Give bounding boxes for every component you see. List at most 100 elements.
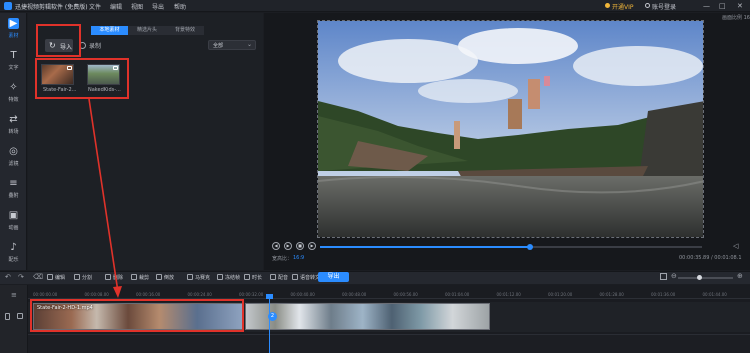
tool-duration[interactable]: 时长 [252, 274, 262, 281]
lock-icon[interactable] [17, 313, 23, 319]
menu-file[interactable]: 文件 [89, 2, 101, 11]
tab-local-media[interactable]: 本地素材 [91, 26, 128, 35]
filter-value: 全部 [213, 43, 224, 49]
stop-button[interactable]: ■ [296, 242, 304, 250]
next-frame-button[interactable]: ▶ [308, 242, 316, 250]
record-button[interactable]: 录制 [89, 41, 101, 50]
ruler-tick-label: 00:00:56.00 [393, 292, 418, 297]
ruler-tick-label: 00:01:12.00 [496, 292, 521, 297]
tool-split[interactable]: 分割 [82, 274, 92, 281]
sidebar-item-text[interactable]: T 文字 [0, 48, 27, 80]
tool-freeze-frame[interactable]: 冻结帧 [225, 274, 240, 281]
vip-button[interactable]: 开通VIP [612, 2, 634, 11]
effects-icon: ✧ [9, 82, 18, 93]
track-menu-icon[interactable]: ≡ [11, 291, 17, 299]
time-readout: 00:00:35.89 / 00:01:08.1 [679, 255, 742, 261]
tab-featured-intros[interactable]: 精选片头 [128, 26, 166, 35]
zoom-slider[interactable] [678, 277, 733, 279]
preview-ratio-label: 画面比例 16:9 [722, 15, 750, 21]
overlay-icon: ≡ [9, 178, 18, 189]
media-icon: ▶ [8, 18, 19, 29]
menu-edit[interactable]: 编辑 [110, 2, 122, 11]
vip-crown-icon [605, 3, 610, 8]
sidebar-item-label: 滤镜 [8, 161, 19, 167]
prev-frame-button[interactable]: ◀ [272, 242, 280, 250]
ruler-tick-label: 00:00:00.00 [33, 292, 58, 297]
tool-reverse[interactable]: 倒放 [164, 274, 174, 281]
video-frame [318, 21, 703, 237]
media-filter-select[interactable]: 全部 ⌄ [208, 40, 256, 50]
tool-mosaic[interactable]: 马赛克 [195, 274, 210, 281]
sidebar-item-label: 特效 [8, 97, 19, 103]
sidebar-item-label: 动画 [8, 225, 19, 231]
ruler-tick-label: 00:00:32.00 [239, 292, 264, 297]
undo-icon[interactable]: ↶ [5, 273, 11, 281]
menu-export[interactable]: 导出 [152, 2, 164, 11]
video-track-icon [5, 313, 10, 320]
fit-icon[interactable] [660, 273, 667, 280]
export-button[interactable]: 导出 [318, 272, 349, 282]
ruler-tick-label: 00:00:16.00 [136, 292, 161, 297]
sidebar-item-effects[interactable]: ✧ 特效 [0, 80, 27, 112]
playhead-handle[interactable] [266, 294, 273, 299]
app-logo-icon [4, 2, 12, 10]
app-title: 迅捷视频剪辑软件 (免费版) [15, 4, 88, 11]
ruler-tick-label: 00:00:40.00 [290, 292, 315, 297]
reverse-icon [156, 274, 162, 280]
text-icon: T [10, 50, 17, 61]
crop-icon [131, 274, 137, 280]
annotation-box-import [36, 24, 81, 57]
annotation-box-media [35, 58, 129, 99]
video-preview [317, 20, 704, 238]
ruler-tick-label: 00:00:24.00 [187, 292, 212, 297]
tool-crop[interactable]: 裁剪 [139, 274, 149, 281]
playhead[interactable] [269, 294, 270, 353]
tool-dubbing[interactable]: 配音 [278, 274, 288, 281]
zoom-in-icon[interactable]: ⊕ [737, 272, 743, 280]
ruler-tick-label: 00:00:48.00 [342, 292, 367, 297]
ruler-tick-label: 00:01:04.00 [445, 292, 470, 297]
menu-help[interactable]: 帮助 [174, 2, 186, 11]
split-icon [74, 274, 80, 280]
duration-icon [244, 274, 250, 280]
annotation-box-timeline-clip [30, 299, 244, 332]
ruler-tick-label: 00:01:36.00 [651, 292, 676, 297]
ruler-tick-label: 00:00:08.00 [84, 292, 109, 297]
delete-icon [105, 274, 111, 280]
filter-icon: ◎ [9, 146, 18, 157]
zoom-out-icon[interactable]: ⊖ [671, 272, 677, 280]
user-icon [645, 3, 650, 8]
maximize-button[interactable]: □ [719, 2, 726, 10]
sidebar-item-filter[interactable]: ◎ 滤镜 [0, 144, 27, 176]
tab-background-effects[interactable]: 背景特效 [166, 26, 204, 35]
menu-view[interactable]: 视图 [131, 2, 143, 11]
volume-icon[interactable]: ◁ [733, 242, 738, 250]
transition-icon: ⇄ [9, 114, 18, 125]
close-button[interactable]: ✕ [737, 2, 743, 10]
minimize-button[interactable]: — [703, 2, 710, 10]
audio-track [28, 334, 750, 353]
sidebar-item-label: 叠附 [8, 193, 19, 199]
sidebar-item-music[interactable]: ♪ 配乐 [0, 240, 27, 272]
aspect-ratio-value[interactable]: 16:9 [293, 255, 304, 261]
speech-to-text-icon [292, 274, 298, 280]
delete-icon[interactable]: ⌫ [33, 273, 43, 281]
edit-icon [47, 274, 53, 280]
sidebar-item-label: 配乐 [8, 257, 19, 263]
playback-progress-fill [320, 246, 531, 248]
sidebar-item-media[interactable]: ▶ 素材 [0, 16, 27, 48]
ruler-tick-label: 00:01:44.00 [702, 292, 727, 297]
redo-icon[interactable]: ↷ [18, 273, 24, 281]
sidebar-item-animation[interactable]: ▣ 动画 [0, 208, 27, 240]
login-button[interactable]: 账号登录 [652, 2, 676, 11]
tool-edit[interactable]: 编辑 [55, 274, 65, 281]
sidebar-item-overlay[interactable]: ≡ 叠附 [0, 176, 27, 208]
aspect-ratio-label: 宽高比： [272, 256, 293, 262]
timeline-clip-2[interactable]: 2 [245, 303, 490, 330]
sidebar-item-label: 转场 [8, 129, 19, 135]
zoom-slider-handle[interactable] [696, 275, 702, 280]
sidebar-item-transition[interactable]: ⇄ 转场 [0, 112, 27, 144]
play-button[interactable]: ▶ [284, 242, 292, 250]
animation-icon: ▣ [8, 210, 19, 221]
tool-delete[interactable]: 删除 [113, 274, 123, 281]
